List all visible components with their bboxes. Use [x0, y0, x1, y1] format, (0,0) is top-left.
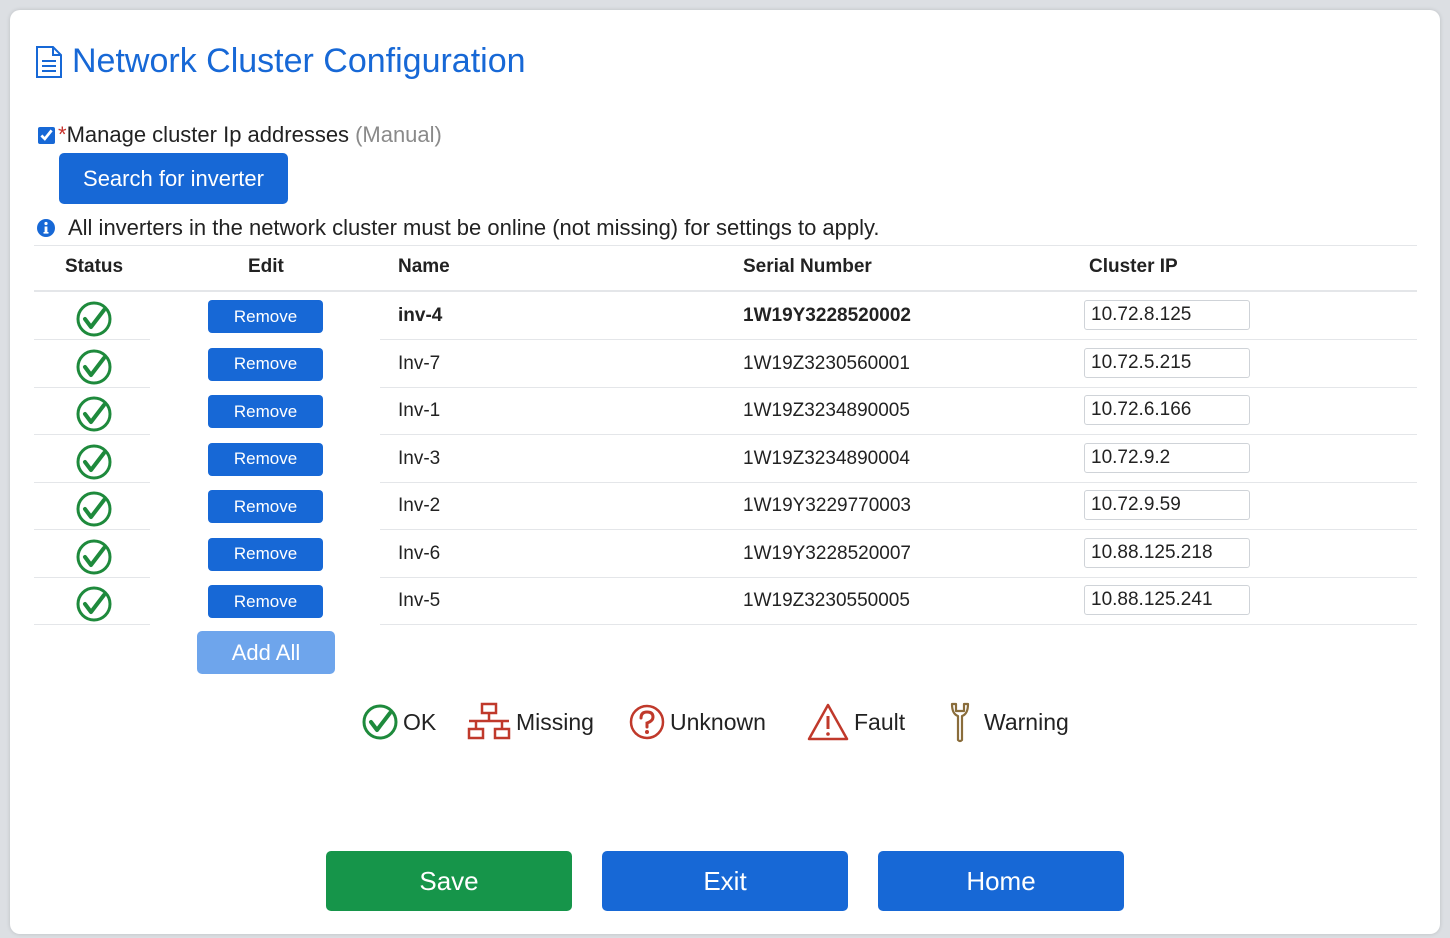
- cluster-ip-input[interactable]: [1084, 537, 1250, 568]
- legend-fault-label: Fault: [854, 708, 906, 735]
- legend-ok-label: OK: [403, 708, 437, 735]
- serial-number: 1W19Z3230560001: [743, 352, 910, 374]
- manage-cluster-ip-checkbox[interactable]: [38, 126, 55, 144]
- info-circle-icon: [36, 218, 56, 238]
- check-circle-icon: [75, 300, 113, 343]
- info-message: All inverters in the network cluster mus…: [36, 215, 880, 241]
- serial-number: 1W19Y3228520002: [743, 305, 911, 326]
- required-mark: *: [58, 122, 67, 147]
- inverter-name: Inv-2: [398, 495, 441, 516]
- serial-number: 1W19Z3234890004: [743, 447, 910, 469]
- legend-fault: Fault: [806, 700, 905, 744]
- cluster-ip-input[interactable]: [1084, 490, 1250, 520]
- col-header-cluster-ip: Cluster IP: [1089, 256, 1178, 277]
- status-legend: OK Missing Unknown Fault Warning: [10, 700, 1440, 744]
- home-button[interactable]: Home: [878, 851, 1124, 911]
- remove-button[interactable]: Remove: [208, 347, 323, 381]
- legend-warning-label: Warning: [984, 708, 1069, 735]
- remove-button[interactable]: Remove: [208, 300, 323, 333]
- serial-number: 1W19Y3229770003: [743, 495, 911, 516]
- check-circle-icon: [75, 395, 113, 438]
- table-row: Remove Inv-6 1W19Y3228520007: [34, 530, 1417, 578]
- remove-button[interactable]: Remove: [208, 442, 323, 476]
- col-header-status: Status: [65, 256, 124, 277]
- manage-cluster-ip-row[interactable]: * Manage cluster Ip addresses (Manual): [38, 122, 442, 148]
- table-row: Remove Inv-1 1W19Z3234890005: [34, 387, 1417, 435]
- config-panel: Network Cluster Configuration * Manage c…: [10, 10, 1440, 934]
- legend-unknown: Unknown: [628, 700, 766, 744]
- remove-button[interactable]: Remove: [208, 490, 323, 523]
- cluster-ip-input[interactable]: [1084, 300, 1250, 330]
- add-all-button[interactable]: Add All: [197, 631, 335, 674]
- search-inverter-button[interactable]: Search for inverter: [59, 153, 288, 204]
- manage-mode-label: (Manual): [355, 122, 442, 147]
- info-text: All inverters in the network cluster mus…: [68, 215, 880, 240]
- legend-unknown-label: Unknown: [670, 708, 766, 735]
- check-circle-icon: [75, 585, 113, 628]
- col-header-edit: Edit: [248, 256, 284, 277]
- legend-ok: OK: [361, 700, 436, 744]
- question-circle-icon: [629, 704, 665, 740]
- legend-missing-label: Missing: [516, 708, 594, 735]
- inverter-name: Inv-3: [398, 447, 441, 469]
- document-icon: [34, 45, 64, 79]
- cluster-ip-input[interactable]: [1084, 395, 1250, 425]
- table-row: Remove Inv-5 1W19Z3230550005: [34, 577, 1417, 625]
- check-circle-icon: [75, 538, 113, 581]
- check-circle-icon: [362, 704, 398, 740]
- col-header-name: Name: [398, 256, 450, 277]
- inverter-name: inv-4: [398, 305, 443, 326]
- remove-button[interactable]: Remove: [208, 395, 323, 428]
- manage-cluster-ip-label: Manage cluster Ip addresses: [66, 122, 350, 147]
- exit-button[interactable]: Exit: [602, 851, 848, 911]
- serial-number: 1W19Z3230550005: [743, 590, 910, 611]
- table-top-divider: [34, 245, 1417, 246]
- check-circle-icon: [75, 443, 113, 486]
- cluster-ip-input[interactable]: [1084, 442, 1250, 473]
- legend-warning: Warning: [942, 700, 1069, 744]
- save-button[interactable]: Save: [326, 851, 572, 911]
- table-row: Remove Inv-3 1W19Z3234890004: [34, 435, 1417, 483]
- table-row: Remove Inv-7 1W19Z3230560001: [34, 340, 1417, 388]
- wrench-icon: [950, 702, 970, 743]
- table-row: Remove Inv-2 1W19Y3229770003: [34, 482, 1417, 530]
- cluster-ip-input[interactable]: [1084, 347, 1250, 378]
- legend-missing: Missing: [466, 700, 594, 744]
- network-icon: [467, 702, 511, 740]
- row-divider: [380, 624, 1417, 625]
- remove-button[interactable]: Remove: [208, 585, 323, 618]
- serial-number: 1W19Y3228520007: [743, 542, 911, 564]
- cluster-ip-input[interactable]: [1084, 585, 1250, 615]
- warning-triangle-icon: [807, 703, 849, 741]
- check-circle-icon: [75, 348, 113, 391]
- serial-number: 1W19Z3234890005: [743, 400, 910, 421]
- inverter-name: Inv-6: [398, 542, 441, 564]
- page-title-row: Network Cluster Configuration: [34, 42, 526, 81]
- row-divider: [34, 624, 150, 625]
- check-circle-icon: [75, 490, 113, 533]
- page-title: Network Cluster Configuration: [72, 42, 526, 80]
- remove-button[interactable]: Remove: [208, 537, 323, 571]
- col-header-serial: Serial Number: [743, 256, 872, 277]
- table-row: Remove inv-4 1W19Y3228520002: [34, 292, 1417, 340]
- inverter-name: Inv-7: [398, 352, 441, 374]
- inverter-name: Inv-5: [398, 590, 441, 611]
- inverter-name: Inv-1: [398, 400, 441, 421]
